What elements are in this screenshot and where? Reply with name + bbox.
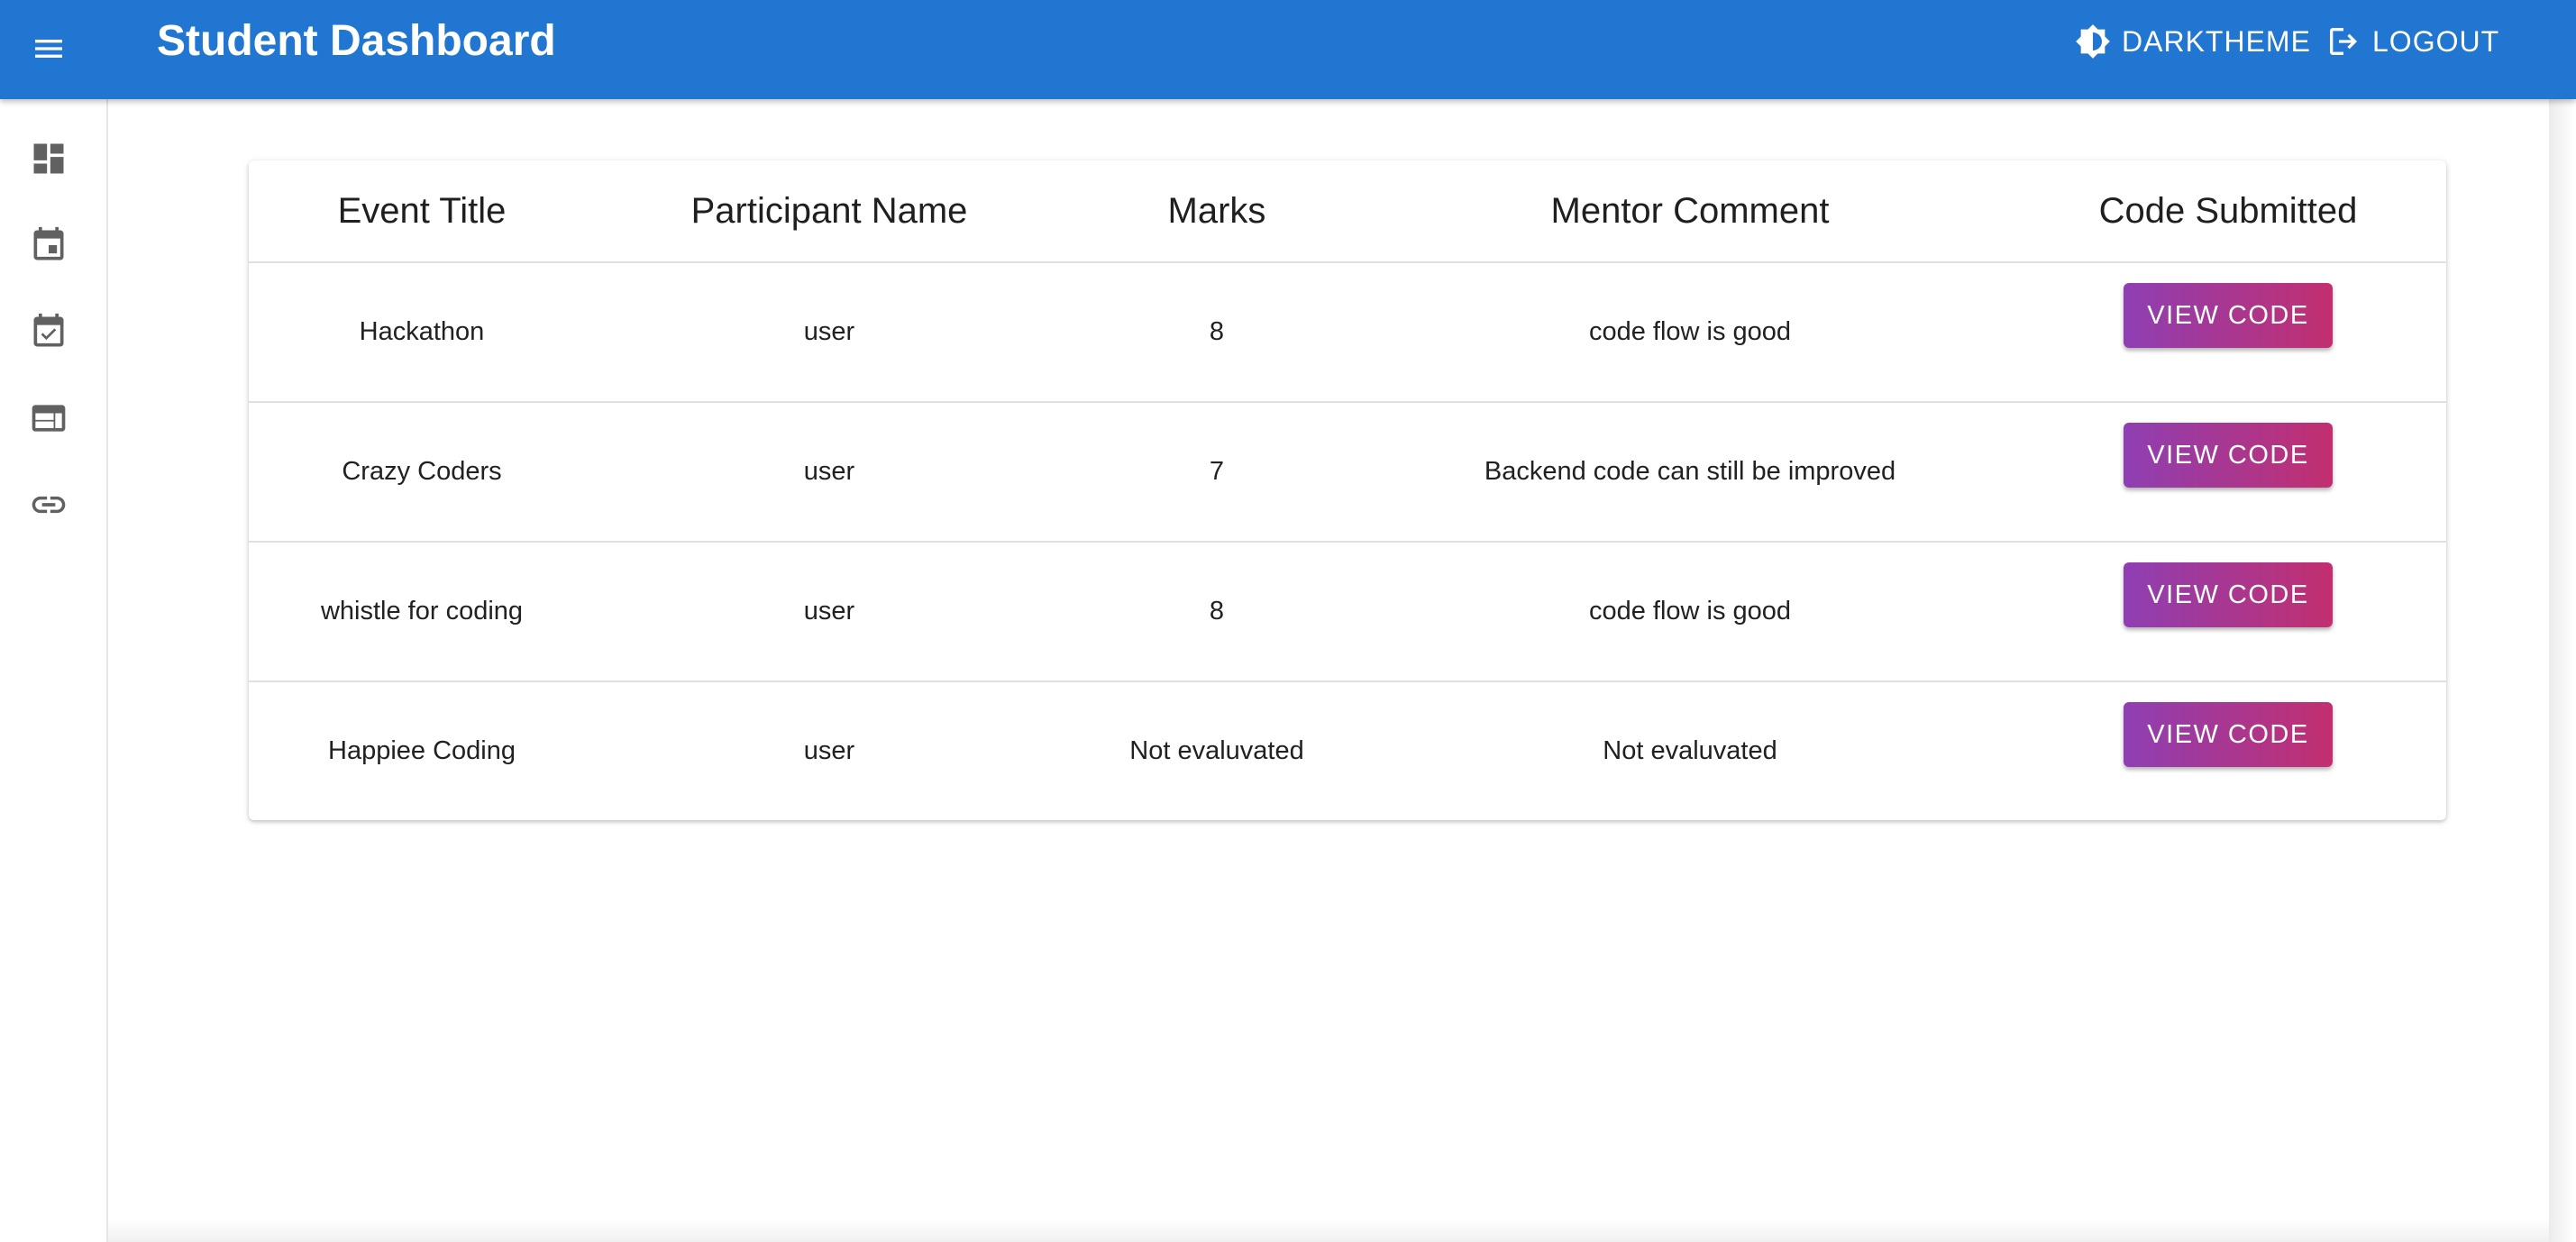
cell-action: VIEW CODE: [2010, 542, 2446, 682]
cell-event-title: whistle for coding: [249, 542, 595, 682]
results-table: Event Title Participant Name Marks Mento…: [249, 160, 2446, 820]
cell-participant: user: [595, 402, 1064, 543]
menu-button[interactable]: [20, 20, 78, 78]
header-code-submitted: Code Submitted: [2010, 160, 2446, 263]
sidebar-item-links[interactable]: [23, 479, 74, 530]
table-row: Crazy Coders user 7 Backend code can sti…: [249, 402, 2446, 543]
cell-action: VIEW CODE: [2010, 402, 2446, 543]
sidebar: [0, 99, 108, 1242]
logout-label: LOGOUT: [2372, 24, 2500, 58]
table-row: whistle for coding user 8 code flow is g…: [249, 542, 2446, 682]
header-participant-name: Participant Name: [595, 160, 1064, 263]
header-marks: Marks: [1064, 160, 1370, 263]
cell-comment: Backend code can still be improved: [1370, 402, 2010, 543]
table-row: Hackathon user 8 code flow is good VIEW …: [249, 262, 2446, 403]
page-title: Student Dashboard: [157, 17, 556, 65]
cell-participant: user: [595, 262, 1064, 403]
logout-icon: [2330, 28, 2357, 55]
sidebar-item-web[interactable]: [23, 393, 74, 443]
view-code-button[interactable]: VIEW CODE: [2124, 422, 2333, 488]
table-header-row: Event Title Participant Name Marks Mento…: [249, 160, 2446, 263]
page-edge-shadow: [2549, 99, 2576, 1242]
logout-button[interactable]: LOGOUT: [2325, 16, 2499, 67]
cell-action: VIEW CODE: [2010, 262, 2446, 403]
page-bottom-shadow: [108, 1219, 2549, 1242]
cell-event-title: Crazy Coders: [249, 402, 595, 543]
cell-action: VIEW CODE: [2010, 681, 2446, 820]
view-code-button[interactable]: VIEW CODE: [2124, 701, 2333, 767]
cell-marks: 8: [1064, 262, 1370, 403]
cell-participant: user: [595, 542, 1064, 682]
sidebar-item-completed[interactable]: [23, 306, 74, 357]
calendar-check-icon: [33, 313, 64, 347]
brightness-icon: [2076, 24, 2110, 59]
app-bar: Student Dashboard DARKTHEME LOGOUT: [0, 0, 2576, 99]
cell-marks: Not evaluvated: [1129, 736, 1304, 765]
cell-event-title: Happiee Coding: [328, 736, 516, 765]
header-event-title: Event Title: [249, 160, 595, 263]
cell-marks: 8: [1064, 542, 1370, 682]
web-window-icon: [32, 405, 66, 432]
view-code-button[interactable]: VIEW CODE: [2124, 562, 2333, 627]
dashboard-icon: [33, 143, 64, 174]
link-icon: [32, 496, 66, 514]
table-row: Happiee Coding user Not evaluvated Not e…: [249, 681, 2446, 820]
cell-comment: Not evaluvated: [1603, 736, 1777, 765]
calendar-event-icon: [33, 226, 64, 260]
view-code-button[interactable]: VIEW CODE: [2124, 282, 2333, 348]
cell-event-title: Hackathon: [249, 262, 595, 403]
cell-comment: code flow is good: [1370, 542, 2010, 682]
dark-theme-label: DARKTHEME: [2122, 24, 2311, 58]
header-mentor-comment: Mentor Comment: [1370, 160, 2010, 263]
cell-comment: code flow is good: [1370, 262, 2010, 403]
cell-participant: user: [803, 736, 855, 765]
dark-theme-button[interactable]: DARKTHEME: [2075, 16, 2311, 67]
sidebar-item-dashboard[interactable]: [23, 133, 74, 184]
sidebar-item-events[interactable]: [23, 220, 74, 270]
cell-marks: 7: [1064, 402, 1370, 543]
hamburger-menu-icon: [35, 40, 62, 58]
results-table-card: Event Title Participant Name Marks Mento…: [249, 160, 2446, 820]
